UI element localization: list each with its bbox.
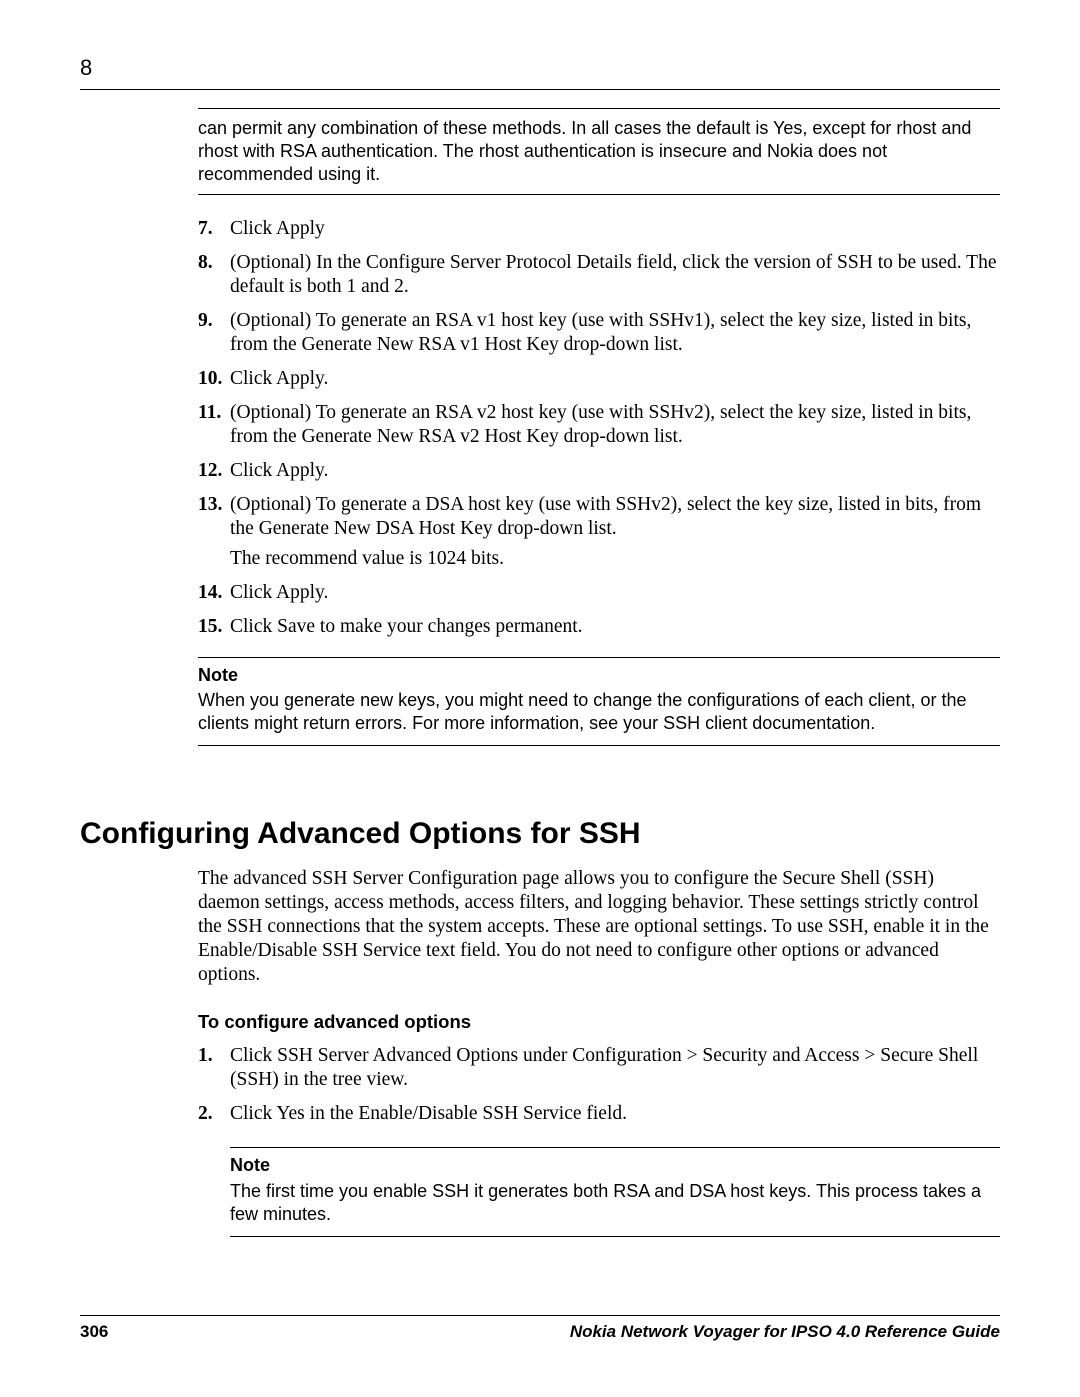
steps-list-a: 7. Click Apply 8. (Optional) In the Conf… [198, 217, 1000, 639]
step-item: 1. Click SSH Server Advanced Options und… [198, 1044, 1000, 1092]
step-item: 12. Click Apply. [198, 459, 1000, 483]
step-item: 7. Click Apply [198, 217, 1000, 241]
step-text: Click Apply. [230, 459, 1000, 483]
step-number: 10. [198, 367, 230, 391]
step-number: 11. [198, 401, 230, 449]
chapter-number: 8 [80, 55, 1000, 81]
step-number: 2. [198, 1102, 230, 1126]
step-text: Click Apply. [230, 581, 1000, 605]
section-heading: Configuring Advanced Options for SSH [80, 816, 1000, 853]
step-item: 14. Click Apply. [198, 581, 1000, 605]
note-text: The first time you enable SSH it generat… [230, 1180, 1000, 1226]
note-box-a: Note When you generate new keys, you mig… [198, 657, 1000, 746]
step-item: 10. Click Apply. [198, 367, 1000, 391]
step-number: 7. [198, 217, 230, 241]
step-number: 9. [198, 309, 230, 357]
step-number: 13. [198, 493, 230, 571]
step-text: (Optional) To generate a DSA host key (u… [230, 493, 1000, 541]
footer-rule [80, 1315, 1000, 1316]
step-text: The recommend value is 1024 bits. [230, 547, 1000, 571]
step-item: 2. Click Yes in the Enable/Disable SSH S… [198, 1102, 1000, 1126]
step-number: 14. [198, 581, 230, 605]
step-text: Click Save to make your changes permanen… [230, 615, 1000, 639]
step-number: 1. [198, 1044, 230, 1092]
intro-paragraph-text: can permit any combination of these meth… [198, 118, 971, 184]
step-number: 8. [198, 251, 230, 299]
steps-list-b: 1. Click SSH Server Advanced Options und… [198, 1044, 1000, 1126]
step-item: 9. (Optional) To generate an RSA v1 host… [198, 309, 1000, 357]
note-box-b: Note The first time you enable SSH it ge… [230, 1147, 1000, 1236]
page-footer: 306 Nokia Network Voyager for IPSO 4.0 R… [80, 1315, 1000, 1342]
section-lead: The advanced SSH Server Configuration pa… [198, 867, 1000, 987]
intro-paragraph-box: can permit any combination of these meth… [198, 108, 1000, 195]
header-rule [80, 89, 1000, 90]
step-text: Click Yes in the Enable/Disable SSH Serv… [230, 1102, 1000, 1126]
subheading: To configure advanced options [198, 1011, 1000, 1034]
step-item: 13. (Optional) To generate a DSA host ke… [198, 493, 1000, 571]
step-item: 15. Click Save to make your changes perm… [198, 615, 1000, 639]
step-text: Click SSH Server Advanced Options under … [230, 1044, 1000, 1092]
book-title: Nokia Network Voyager for IPSO 4.0 Refer… [570, 1322, 1000, 1342]
page-number: 306 [80, 1322, 108, 1342]
note-title: Note [198, 664, 1000, 687]
step-number: 12. [198, 459, 230, 483]
note-title: Note [230, 1154, 1000, 1177]
note-text: When you generate new keys, you might ne… [198, 689, 1000, 735]
step-text: (Optional) In the Configure Server Proto… [230, 251, 1000, 299]
step-text: Click Apply. [230, 367, 1000, 391]
step-item: 8. (Optional) In the Configure Server Pr… [198, 251, 1000, 299]
step-text: (Optional) To generate an RSA v1 host ke… [230, 309, 1000, 357]
step-item: 11. (Optional) To generate an RSA v2 hos… [198, 401, 1000, 449]
step-number: 15. [198, 615, 230, 639]
step-text: Click Apply [230, 217, 1000, 241]
step-text: (Optional) To generate an RSA v2 host ke… [230, 401, 1000, 449]
